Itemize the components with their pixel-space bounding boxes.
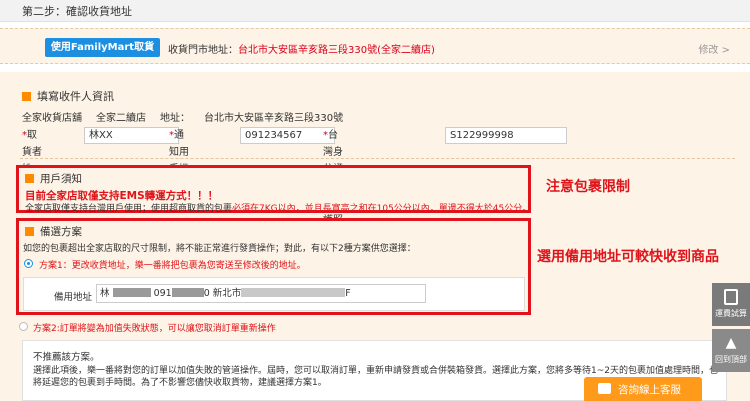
backup-address-input[interactable]: 林 091 0 新北市 F — [96, 284, 426, 303]
modify-link[interactable]: 修改 > — [698, 41, 730, 56]
step-header: 第二步：確認收貨地址 — [0, 0, 750, 22]
name-input[interactable]: 林XX — [84, 127, 179, 144]
alt-title: 備選方案 — [25, 224, 82, 239]
option1-radio[interactable] — [24, 259, 33, 268]
notice-text: 全家店取僅支持台灣用戶使用；使用超商取貨的包裹必須在7KG以內，並且長寬高之和在… — [25, 204, 532, 214]
store-info-line: 全家收貨店舖 全家二續店 地址： 台北市大安區辛亥路三段330號 — [22, 113, 344, 124]
back-to-top-button[interactable]: ▲ 回到頂部 — [712, 329, 750, 372]
notice-title: 用戶須知 — [25, 171, 82, 186]
store-box: 使用FamilyMart取貨 收貨門市地址：台北市大安區辛亥路三段330號(全家… — [0, 28, 750, 64]
step-title: 第二步：確認收貨地址 — [22, 5, 132, 18]
divider — [20, 158, 735, 159]
section-marker-icon — [25, 227, 34, 236]
calculator-icon — [724, 289, 738, 305]
store-address: 收貨門市地址：台北市大安區辛亥路三段330號(全家二續店) — [168, 41, 435, 56]
familymart-pickup-button[interactable]: 使用FamilyMart取貨 — [45, 38, 160, 57]
id-label: *台灣身分證號碼/護照號碼： — [323, 130, 343, 260]
alt-options-box: 備選方案 如您的包裹超出全家店取的尺寸限制，將不能正常進行發貨操作；對此，有以下… — [16, 218, 531, 315]
option2-label[interactable]: 方案2:訂單將變為加值失敗狀態，可以讓您取消訂單重新操作 — [33, 321, 276, 334]
chat-label: 咨詢線上客服 — [618, 384, 681, 396]
annotation-package-limit: 注意包裹限制 — [546, 179, 630, 195]
option1-label[interactable]: 方案1：更改收貨地址，樂一番將把包裹為您寄送至修改後的地址。 — [39, 258, 306, 271]
phone-input[interactable]: 091234567 — [240, 127, 335, 144]
store-address-value: 台北市大安區辛亥路三段330號(全家二續店) — [238, 45, 435, 56]
option2-radio[interactable] — [19, 322, 28, 331]
chat-icon — [598, 383, 611, 394]
name-label: *取貨者姓名： — [22, 130, 42, 192]
warning-line-2: 將延遲您的包裹到手時間。為了不影響您儘快收取貨物，建議選擇方案1。 — [33, 378, 327, 388]
online-support-button[interactable]: 咨詢線上客服 — [584, 377, 702, 401]
arrow-up-icon: ▲ — [725, 335, 737, 351]
annotation-backup-address: 選用備用地址可較快收到商品 — [537, 249, 719, 265]
id-input[interactable]: S122999998 — [445, 127, 567, 144]
recipient-section-title: 填寫收件人資訊 — [22, 88, 114, 104]
store-address-label: 收貨門市地址： — [168, 45, 238, 56]
notice-box: 用戶須知 目前全家店取僅支持EMS轉運方式！！！ 全家店取僅支持台灣用戶使用；使… — [16, 165, 532, 214]
calc-label: 運費試算 — [715, 309, 747, 318]
section-marker-icon — [22, 92, 31, 101]
warning-title: 不推薦該方案。 — [33, 352, 100, 363]
backup-address-label: 備用地址 — [54, 292, 93, 303]
phone-label: *通知用手機號： — [169, 130, 189, 192]
shipping-calculator-button[interactable]: 運費試算 — [712, 283, 750, 326]
top-label: 回到頂部 — [715, 355, 747, 364]
backup-address-card: 備用地址 林 091 0 新北市 F — [23, 277, 525, 311]
alt-description: 如您的包裹超出全家店取的尺寸限制，將不能正常進行發貨操作；對此，有以下2種方案供… — [23, 244, 416, 254]
section-marker-icon — [25, 174, 34, 183]
